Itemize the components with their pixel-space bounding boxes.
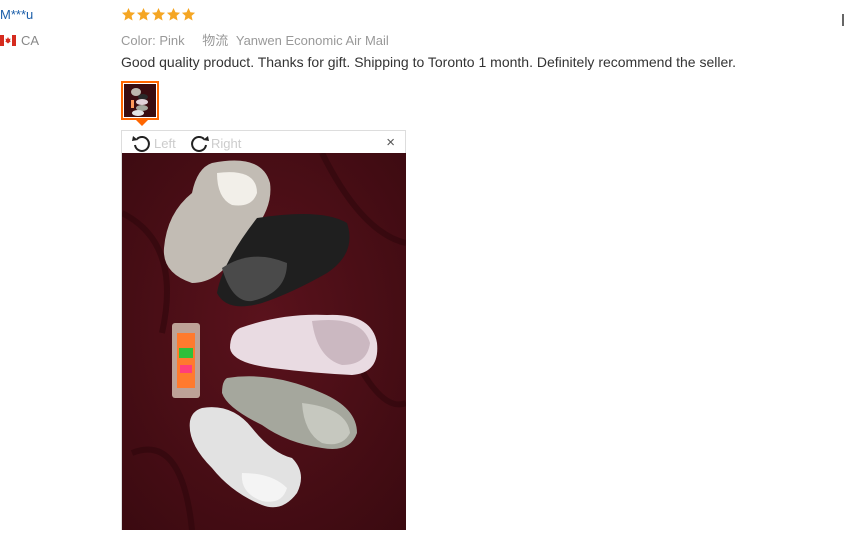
rotate-left-label[interactable]: Left [154,136,176,151]
shipping-method: Yanwen Economic Air Mail [235,33,389,48]
star-icon [121,7,136,21]
thumbnail-photo [124,84,156,117]
close-icon[interactable]: × [386,135,395,150]
reviewer-name[interactable]: M***u [0,7,33,22]
country-code: CA [21,33,40,48]
image-viewer: Left Right × [121,130,406,530]
logistics-label: 物流 [202,33,229,48]
page-scroll-indicator[interactable] [842,14,844,26]
rating-stars [121,7,196,22]
review-photo-graphic [122,153,406,530]
review-photo [122,153,406,530]
rotate-right-icon [191,136,209,152]
review-text: Good quality product. Thanks for gift. S… [121,54,737,70]
star-icon [151,7,166,21]
image-viewer-toolbar: Left Right × [122,131,405,153]
color-label: Color: [121,33,156,48]
review-image-thumbnail[interactable] [121,81,159,120]
rotate-right-label[interactable]: Right [211,136,241,151]
review-meta: Color: Pink 物流 Yanwen Economic Air Mail [121,30,389,49]
rotate-left-button[interactable]: Left [131,133,176,153]
reviewer-country: CA [0,33,39,48]
star-icon [181,7,196,21]
star-icon [166,7,181,21]
canada-flag-icon [0,35,16,46]
thumbnail-pointer [136,120,148,126]
thumbnail-sock-graphic [124,84,156,117]
rotate-left-icon [132,136,150,152]
color-value: Pink [159,33,185,48]
star-icon [136,7,151,21]
rotate-right-button[interactable]: Right [188,133,241,153]
